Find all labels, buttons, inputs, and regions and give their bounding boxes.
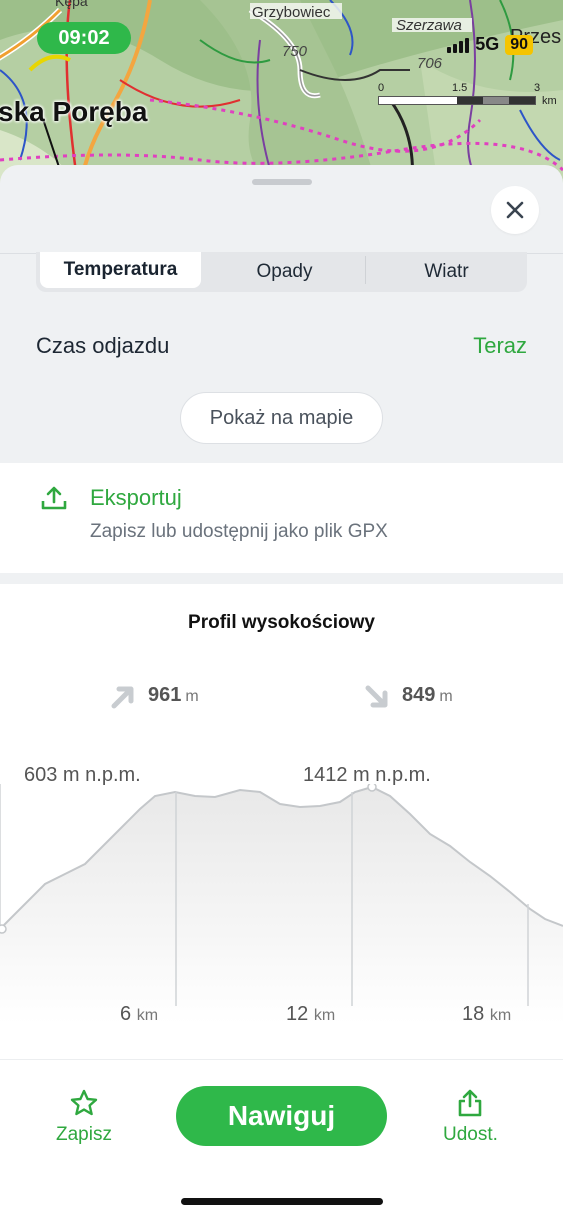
descent-stat: 849 m bbox=[364, 684, 453, 710]
tab-opady[interactable]: Opady bbox=[204, 252, 365, 292]
min-point-marker bbox=[0, 924, 7, 934]
distance-value: 12 bbox=[286, 1003, 309, 1025]
scale-tick-1: 1.5 bbox=[452, 82, 468, 94]
time-pill: 09:02 bbox=[37, 22, 131, 54]
save-label: Zapisz bbox=[56, 1124, 112, 1145]
distance-value: 18 bbox=[462, 1003, 485, 1025]
show-on-map-button[interactable]: Pokaż na mapie bbox=[180, 392, 383, 444]
star-icon bbox=[70, 1089, 98, 1116]
export-subtitle: Zapisz lub udostępnij jako plik GPX bbox=[90, 521, 388, 542]
map-label-szerzawa: Szerzawa bbox=[396, 17, 462, 34]
close-button[interactable] bbox=[491, 186, 539, 234]
distance-value: 6 bbox=[120, 1003, 132, 1025]
home-indicator bbox=[181, 1198, 383, 1205]
map-label-kepa: Kępa bbox=[55, 0, 88, 9]
distance-marker-18: 18 km bbox=[462, 1003, 511, 1026]
elevation-area bbox=[0, 787, 563, 1024]
map-elevation-750: 750 bbox=[282, 43, 308, 60]
arrow-down-right-icon bbox=[365, 685, 388, 708]
map-elevation-706: 706 bbox=[417, 55, 443, 72]
ascent-value: 961 bbox=[148, 684, 182, 706]
max-point-marker bbox=[367, 784, 377, 792]
close-icon bbox=[506, 201, 524, 219]
save-button[interactable]: Zapisz bbox=[56, 1088, 112, 1146]
route-details-sheet: Temperatura Opady Wiatr Czas odjazdu Ter… bbox=[0, 165, 563, 1218]
action-bar: Zapisz Nawiguj Udost. bbox=[0, 1059, 563, 1218]
distance-marker-12: 12 km bbox=[286, 1003, 335, 1026]
map-scale: 0 1.5 3 km bbox=[378, 82, 557, 107]
share-label: Udost. bbox=[443, 1124, 498, 1145]
navigate-button[interactable]: Nawiguj bbox=[176, 1086, 387, 1146]
ascent-stat: 961 m bbox=[110, 684, 199, 710]
distance-unit: km bbox=[313, 1007, 336, 1024]
share-icon bbox=[459, 1089, 482, 1117]
elevation-chart[interactable] bbox=[0, 784, 563, 1024]
departure-time-label: Czas odjazdu bbox=[36, 333, 170, 358]
elevation-profile-card: Profil wysokościowy 961 m 849 m 603 m n.… bbox=[0, 584, 563, 1059]
status-bar: 5G 90 bbox=[447, 34, 533, 55]
tab-temperatura[interactable]: Temperatura bbox=[40, 252, 201, 288]
network-type: 5G bbox=[475, 34, 500, 54]
departure-time-value[interactable]: Teraz bbox=[473, 333, 527, 359]
scale-unit: km bbox=[542, 95, 557, 107]
distance-marker-6: 6 km bbox=[120, 1003, 158, 1026]
scale-bar bbox=[378, 96, 536, 105]
profile-title: Profil wysokościowy bbox=[188, 612, 375, 633]
upload-icon bbox=[41, 486, 67, 510]
export-title: Eksportuj bbox=[90, 485, 182, 510]
battery-indicator: 90 bbox=[505, 34, 533, 55]
descent-unit: m bbox=[439, 688, 453, 705]
arrow-up-right-icon bbox=[111, 686, 134, 709]
tab-wiatr[interactable]: Wiatr bbox=[366, 252, 527, 292]
scale-tick-2: 3 bbox=[534, 82, 541, 94]
distance-unit: km bbox=[489, 1007, 512, 1024]
descent-value: 849 bbox=[402, 684, 436, 706]
map-place-label: ska Poręba bbox=[0, 96, 148, 127]
scale-tick-0: 0 bbox=[378, 82, 385, 94]
weather-tabs: Temperatura Opady Wiatr bbox=[36, 252, 527, 292]
ascent-unit: m bbox=[185, 688, 199, 705]
signal-icon bbox=[447, 37, 470, 53]
export-row[interactable]: Eksportuj Zapisz lub udostępnij jako pli… bbox=[0, 463, 563, 573]
distance-unit: km bbox=[136, 1007, 159, 1024]
sheet-grabber[interactable] bbox=[252, 179, 312, 185]
map-label-grzybowiec: Grzybowiec bbox=[252, 4, 331, 21]
departure-time-row: Czas odjazdu Teraz bbox=[36, 333, 527, 359]
share-button[interactable]: Udost. bbox=[443, 1088, 498, 1146]
